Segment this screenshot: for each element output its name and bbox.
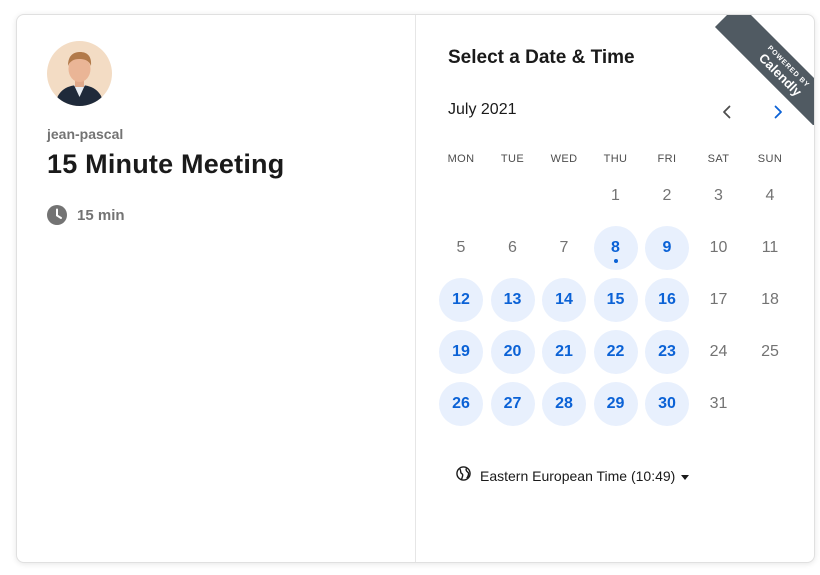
day-number: 24 (709, 343, 728, 360)
ribbon-band: POWERED BY Calendly (714, 15, 814, 125)
globe-icon (456, 466, 471, 486)
weekday-fri: FRI (657, 153, 677, 165)
calendar-day-17: 17 (697, 278, 741, 322)
day-number: 28 (555, 395, 573, 412)
calendar-day-26[interactable]: 26 (439, 382, 483, 426)
calendar-day-20[interactable]: 20 (490, 330, 535, 374)
day-number: 9 (662, 239, 672, 256)
day-number: 20 (503, 343, 522, 360)
calendar-grid: 1 2 3 4 5 6 7 8 9 10 11 12 13 14 15 16 17 18 19 20 21 22 23 24 2… (436, 174, 796, 434)
weekday-sun: SUN (757, 153, 783, 165)
calendar-day-29[interactable]: 29 (593, 382, 638, 426)
timezone-label: Eastern European Time (10:49) (480, 468, 676, 484)
day-number: 16 (658, 291, 676, 308)
avatar (47, 41, 112, 106)
day-number: 31 (709, 395, 728, 412)
caret-down-icon (681, 474, 690, 480)
day-number: 3 (714, 187, 723, 204)
date-picker-panel: Select a Date & Time July 2021 MON TUE WED… (416, 15, 814, 562)
calendar-day-21[interactable]: 21 (542, 330, 586, 374)
day-number: 13 (503, 291, 522, 308)
calendar-day-24: 24 (697, 330, 741, 374)
timezone-selector[interactable]: Eastern European Time (10:49) (456, 466, 690, 486)
calendar-day-22[interactable]: 22 (593, 330, 638, 374)
calendar-day-25: 25 (748, 330, 792, 374)
day-number: 4 (765, 187, 775, 204)
day-number: 14 (555, 291, 573, 308)
day-number: 22 (606, 343, 625, 360)
day-number: 30 (658, 395, 676, 412)
day-number: 18 (761, 291, 779, 308)
weekday-header: MON TUE WED THU FRI SAT SUN (436, 153, 796, 169)
picker-heading: Select a Date & Time (448, 47, 635, 68)
calendar-day-16[interactable]: 16 (645, 278, 689, 322)
day-number: 8 (611, 239, 620, 256)
day-number: 19 (452, 343, 470, 360)
weekday-tue: TUE (500, 153, 525, 165)
day-number: 23 (658, 343, 676, 360)
day-number: 7 (559, 239, 569, 256)
calendar-day-1: 1 (594, 174, 638, 218)
calendar-day-28[interactable]: 28 (542, 382, 586, 426)
duration-label: 15 min (77, 206, 125, 224)
weekday-mon: MON (447, 153, 475, 165)
calendar-day-6: 6 (491, 226, 535, 270)
calendar-day-2: 2 (645, 174, 689, 218)
clock-icon (47, 205, 67, 225)
calendar-day-12[interactable]: 12 (439, 278, 483, 322)
calendar-day-27[interactable]: 27 (490, 382, 535, 426)
weekday-wed: WED (550, 153, 578, 165)
calendar-day-19[interactable]: 19 (439, 330, 483, 374)
day-number: 29 (606, 395, 625, 412)
calendar-day-23[interactable]: 23 (645, 330, 689, 374)
day-number: 17 (709, 291, 728, 308)
event-details-panel: jean-pascal 15 Minute Meeting 15 min (17, 15, 416, 562)
day-number: 21 (555, 343, 573, 360)
day-number: 5 (456, 239, 466, 256)
day-number: 2 (662, 187, 672, 204)
owner-name: jean-pascal (47, 126, 124, 142)
calendar-day-13[interactable]: 13 (490, 278, 535, 322)
day-number: 26 (452, 395, 470, 412)
calendar-day-4: 4 (748, 174, 792, 218)
calendar-day-11: 11 (748, 226, 792, 270)
calendar-day-10: 10 (697, 226, 741, 270)
calendar-day-14[interactable]: 14 (542, 278, 586, 322)
event-duration: 15 min (47, 205, 125, 225)
weekday-thu: THU (603, 153, 628, 165)
event-title: 15 Minute Meeting (47, 149, 285, 179)
day-number: 10 (709, 239, 728, 256)
day-number: 6 (508, 239, 517, 256)
day-number: 27 (503, 395, 522, 412)
weekday-sat: SAT (707, 153, 730, 165)
booking-card: jean-pascal 15 Minute Meeting 15 min Sel… (16, 14, 815, 563)
calendar-day-18: 18 (748, 278, 792, 322)
today-indicator (613, 259, 618, 263)
calendar-day-7: 7 (542, 226, 586, 270)
day-number: 1 (611, 187, 620, 204)
calendar-day-31: 31 (697, 382, 741, 426)
calendar-day-5: 5 (439, 226, 483, 270)
calendar-day-15[interactable]: 15 (593, 278, 638, 322)
calendar-day-8[interactable]: 8 (593, 226, 638, 270)
calendar-day-9[interactable]: 9 (645, 226, 689, 270)
day-number: 11 (761, 239, 779, 256)
month-label: July 2021 (448, 101, 517, 118)
powered-by-ribbon[interactable]: POWERED BY Calendly (704, 15, 814, 125)
day-number: 12 (452, 291, 470, 308)
calendar-day-3: 3 (697, 174, 741, 218)
calendar-day-30[interactable]: 30 (645, 382, 689, 426)
day-number: 15 (606, 291, 625, 308)
day-number: 25 (761, 343, 779, 360)
